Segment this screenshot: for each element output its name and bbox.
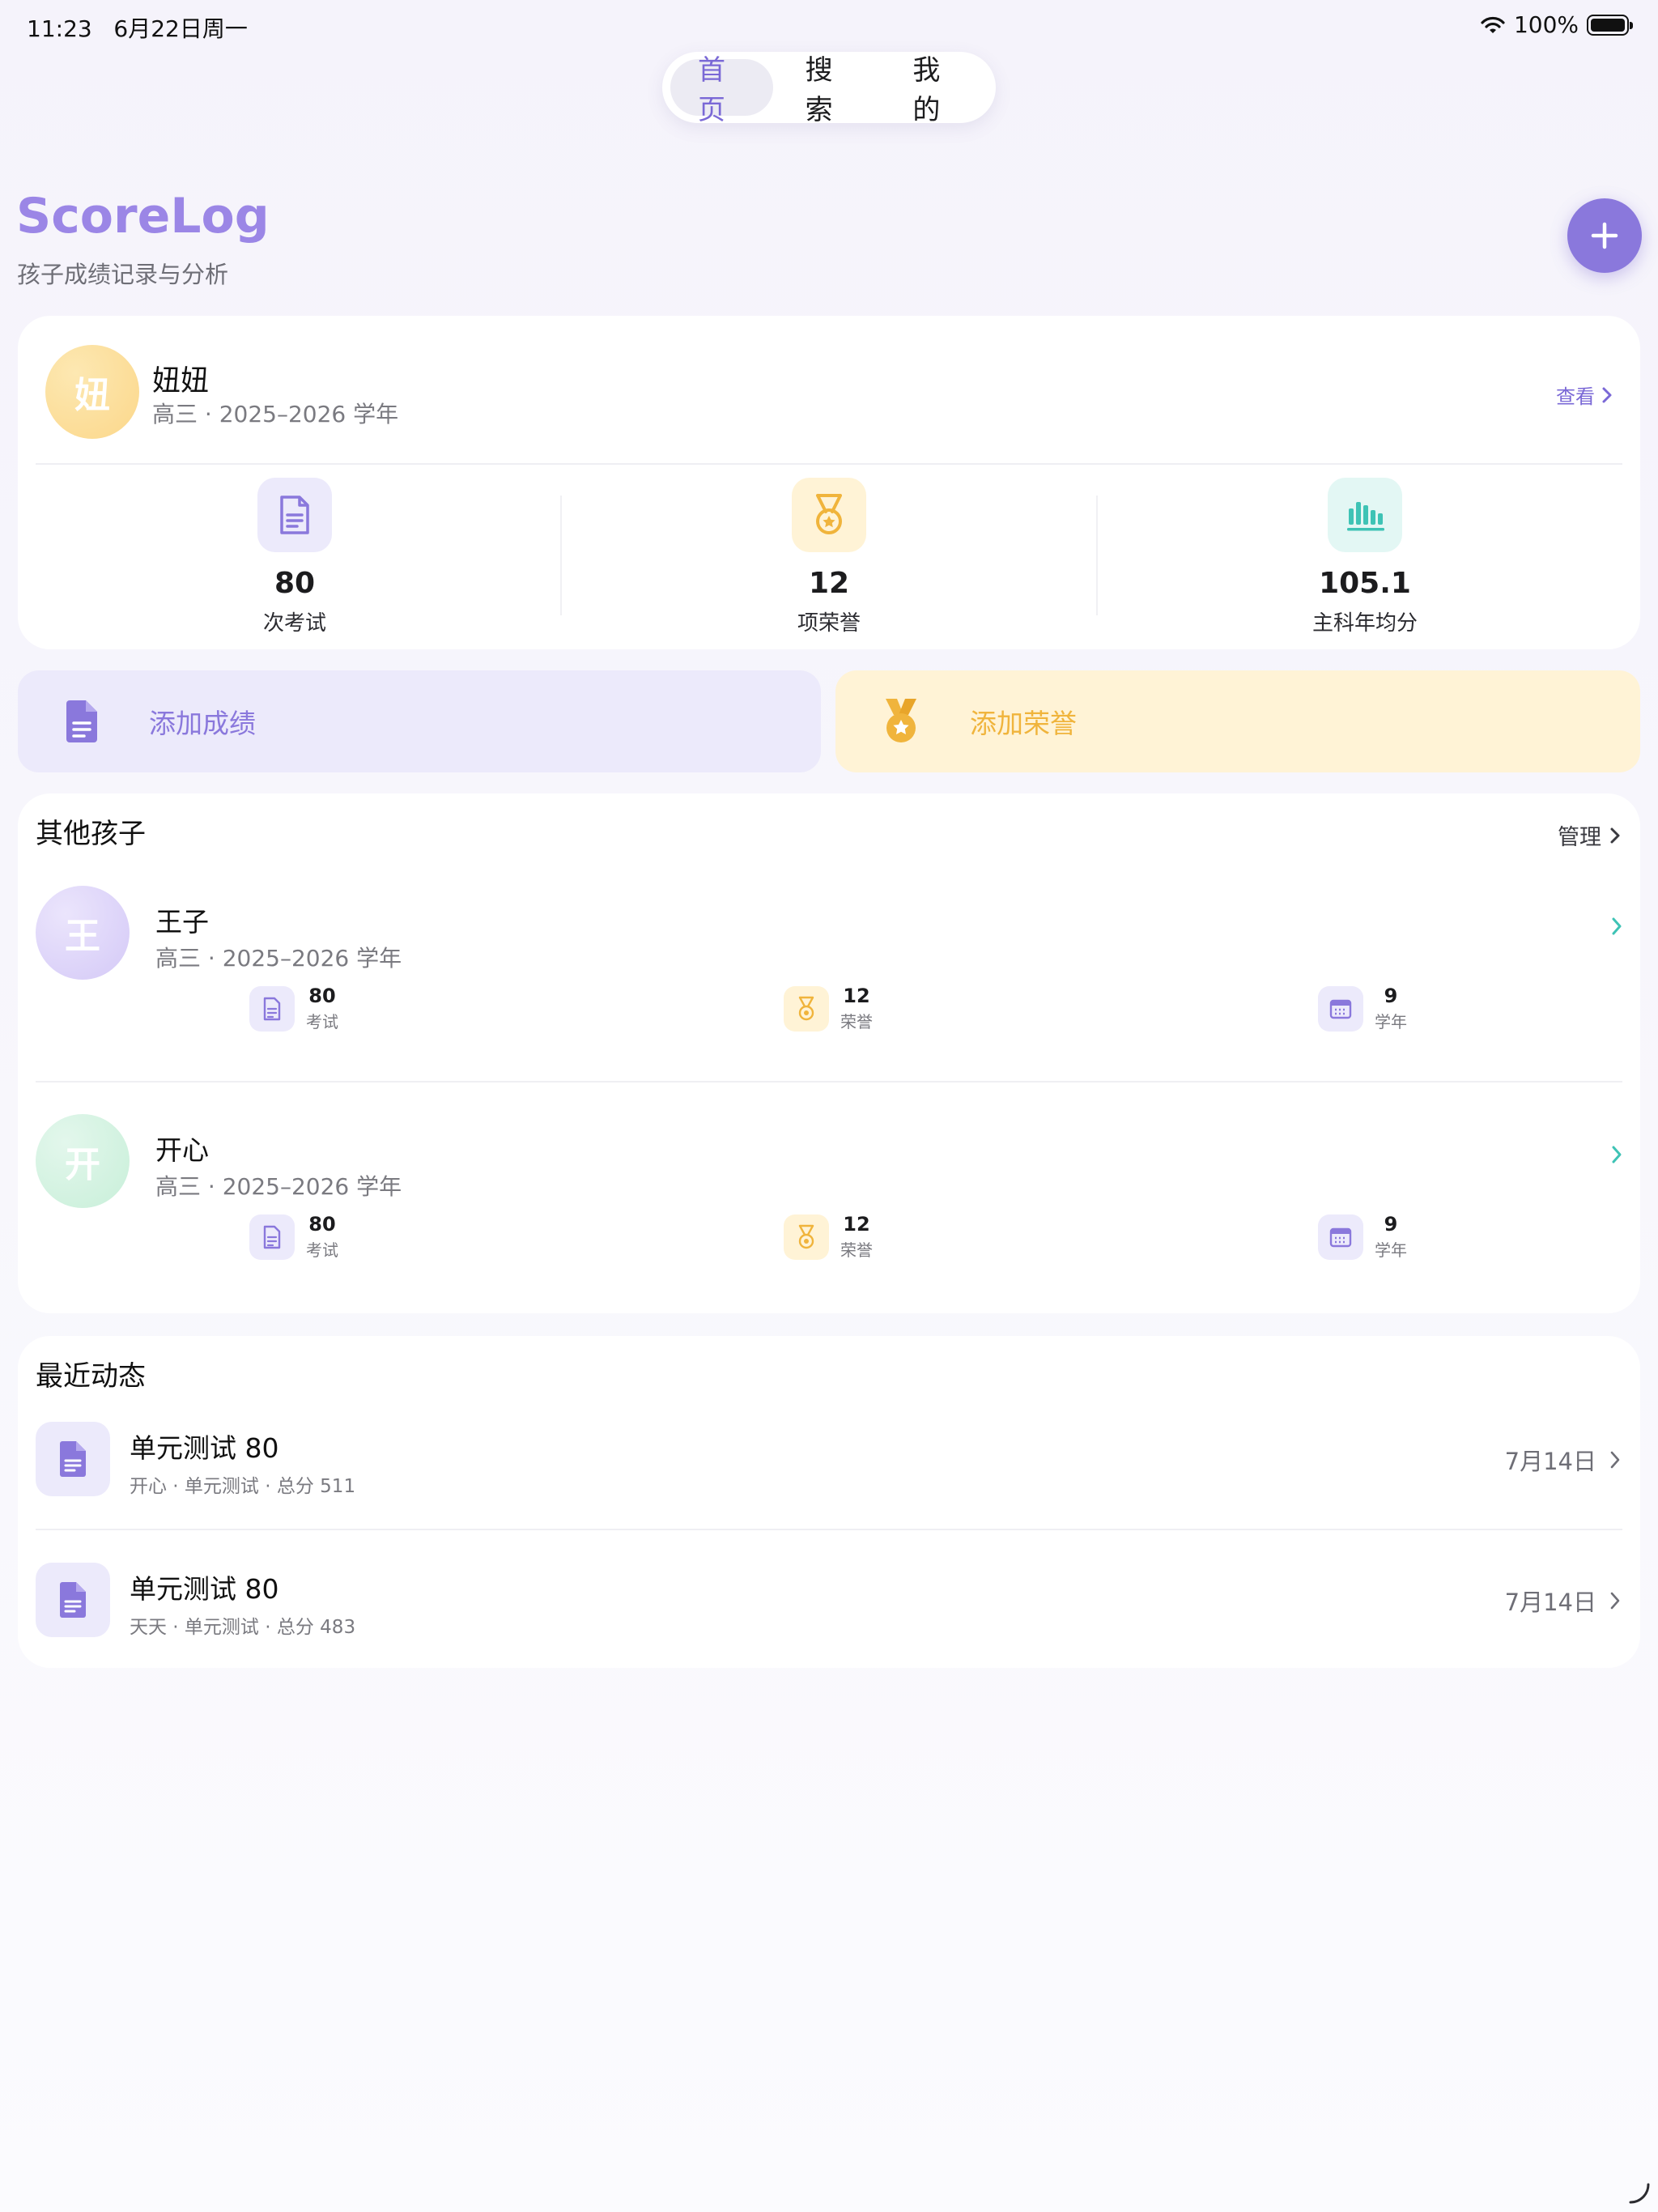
medal-icon [784, 985, 829, 1032]
list-item-activity[interactable]: 单元测试 80 开心 · 单元测试 · 总分 511 7月14日 [18, 1419, 1640, 1524]
stat-value: 105.1 [1319, 567, 1411, 600]
document-icon [66, 700, 97, 742]
activity-title: 单元测试 80 [130, 1432, 279, 1464]
chevron-right-icon [1612, 917, 1622, 935]
app-title: ScoreLog [16, 188, 270, 245]
document-icon [249, 1214, 295, 1260]
calendar-icon [1318, 1214, 1363, 1260]
document-icon [257, 478, 332, 552]
medal-icon [886, 699, 916, 742]
stat-label: 次考试 [262, 611, 326, 636]
mini-stat-years: 9 学年 [1318, 1213, 1407, 1261]
wifi-icon [1481, 16, 1505, 33]
chevron-right-icon [1610, 1592, 1620, 1610]
section-title: 最近动态 [36, 1360, 146, 1393]
avatar: 妞 [45, 345, 139, 439]
child-name: 开心 [155, 1134, 209, 1166]
tab-search[interactable]: 搜索 [778, 54, 881, 126]
battery-icon [1587, 14, 1633, 36]
child-name: 妞妞 [152, 365, 210, 398]
add-honor-button[interactable]: 添加荣誉 [835, 670, 1640, 772]
mini-stat-value: 12 [843, 1213, 870, 1236]
status-bar-right: 100% [1480, 11, 1633, 38]
activity-meta: 天天 · 单元测试 · 总分 483 [130, 1617, 356, 1638]
activity-date-text: 7月14日 [1504, 1589, 1596, 1616]
top-tab-bar: 首页 搜索 我的 [662, 52, 996, 126]
activity-date: 7月14日 [1505, 1584, 1621, 1618]
avatar: 王 [36, 886, 130, 980]
list-item-child[interactable]: 王 王子 高三 · 2025–2026 学年 80 考试 12 荣誉 9 学年 [18, 868, 1640, 1062]
stat-value: 80 [274, 567, 316, 600]
divider [36, 1081, 1622, 1083]
activity-date-text: 7月14日 [1504, 1448, 1596, 1475]
mini-stat-years: 9 学年 [1318, 985, 1407, 1032]
divider [36, 463, 1622, 465]
chevron-right-icon [1610, 1451, 1620, 1469]
mini-stat-label: 考试 [306, 1240, 338, 1260]
manage-link[interactable]: 管理 [1558, 819, 1621, 851]
chevron-right-icon [1612, 1146, 1622, 1163]
add-button[interactable] [1567, 198, 1642, 273]
document-icon [249, 985, 295, 1032]
mini-stat-exams: 80 考试 [249, 1213, 338, 1261]
recent-activity-card: 最近动态 单元测试 80 开心 · 单元测试 · 总分 511 7月14日 单元… [18, 1336, 1640, 1668]
activity-title: 单元测试 80 [130, 1573, 279, 1605]
medal-icon [784, 1214, 829, 1260]
tab-home[interactable]: 首页 [670, 54, 773, 126]
stat-label: 主科年均分 [1312, 611, 1418, 636]
section-title: 其他孩子 [36, 818, 146, 850]
stat-honors: 12 项荣誉 [570, 478, 1088, 636]
document-icon [36, 1563, 110, 1637]
medal-icon [792, 478, 866, 552]
avatar: 开 [36, 1114, 130, 1208]
stat-value: 12 [808, 567, 850, 600]
mini-stat-value: 9 [1384, 1213, 1398, 1236]
status-bar-time: 11:23 6月22日周一 [27, 15, 248, 42]
mini-stat-value: 80 [308, 985, 336, 1007]
child-name: 王子 [155, 906, 209, 938]
child-meta: 高三 · 2025–2026 学年 [152, 401, 399, 428]
stat-average: 105.1 主科年均分 [1106, 478, 1624, 636]
view-label: 查看 [1556, 385, 1595, 408]
bar-chart-icon [1328, 478, 1402, 552]
child-meta: 高三 · 2025–2026 学年 [155, 1173, 402, 1200]
app-subtitle: 孩子成绩记录与分析 [17, 261, 229, 288]
stat-label: 项荣誉 [797, 611, 861, 636]
stat-divider [560, 496, 562, 615]
stat-divider [1096, 496, 1098, 615]
divider [36, 1529, 1622, 1530]
activity-date: 7月14日 [1505, 1443, 1621, 1477]
mini-stat-honors: 12 荣誉 [784, 985, 873, 1032]
manage-label: 管理 [1558, 825, 1601, 850]
mini-stat-label: 学年 [1375, 1240, 1407, 1260]
mini-stat-value: 9 [1384, 985, 1398, 1007]
mini-stat-exams: 80 考试 [249, 985, 338, 1032]
document-icon [36, 1422, 110, 1496]
resize-handle-icon[interactable] [1627, 2181, 1652, 2206]
mini-stat-value: 12 [843, 985, 870, 1007]
other-children-card: 其他孩子 管理 王 王子 高三 · 2025–2026 学年 80 考试 12 荣誉… [18, 793, 1640, 1313]
stat-exams: 80 次考试 [36, 478, 554, 636]
list-item-child[interactable]: 开 开心 高三 · 2025–2026 学年 80 考试 12 荣誉 9 学年 [18, 1096, 1640, 1291]
activity-meta: 开心 · 单元测试 · 总分 511 [130, 1476, 356, 1497]
current-child-card: 妞 妞妞 高三 · 2025–2026 学年 查看 80 次考试 12 项荣誉 … [18, 316, 1640, 649]
mini-stat-label: 荣誉 [840, 1012, 873, 1032]
chevron-right-icon [1602, 387, 1612, 402]
battery-percent: 100% [1513, 11, 1579, 38]
add-score-label: 添加成绩 [149, 708, 256, 739]
mini-stat-label: 考试 [306, 1012, 338, 1032]
mini-stat-honors: 12 荣誉 [784, 1213, 873, 1261]
mini-stat-value: 80 [308, 1213, 336, 1236]
add-score-button[interactable]: 添加成绩 [18, 670, 821, 772]
add-honor-label: 添加荣誉 [970, 708, 1077, 739]
tab-mine[interactable]: 我的 [885, 54, 988, 126]
child-meta: 高三 · 2025–2026 学年 [155, 945, 402, 972]
plus-icon [1591, 222, 1618, 249]
list-item-activity[interactable]: 单元测试 80 天天 · 单元测试 · 总分 483 7月14日 [18, 1559, 1640, 1665]
chevron-right-icon [1610, 827, 1620, 843]
mini-stat-label: 荣誉 [840, 1240, 873, 1260]
mini-stat-label: 学年 [1375, 1012, 1407, 1032]
view-child-link[interactable]: 查看 [1556, 381, 1613, 409]
calendar-icon [1318, 985, 1363, 1032]
